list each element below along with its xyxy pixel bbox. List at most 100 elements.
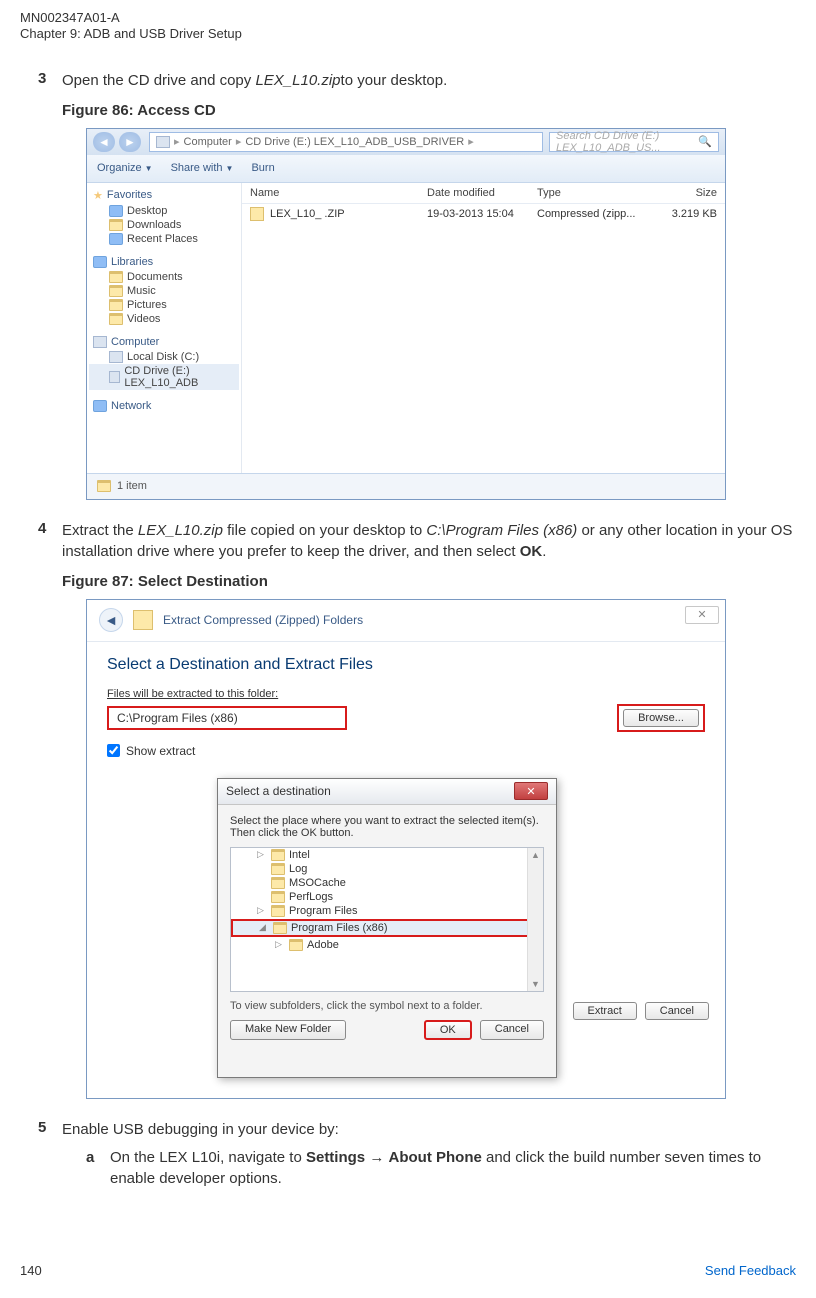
tree-item[interactable]: ▷Intel — [231, 848, 543, 862]
folder-icon — [271, 863, 285, 875]
sidebar-cd-drive[interactable]: CD Drive (E:) LEX_L10_ADB — [89, 364, 239, 390]
cd-icon — [109, 371, 120, 383]
step-3: 3 Open the CD drive and copy LEX_L10.zip… — [38, 70, 796, 500]
step-number: 5 — [38, 1119, 62, 1196]
forward-button[interactable]: ► — [119, 132, 141, 152]
file-name: LEX_L10_ .ZIP — [270, 208, 427, 220]
column-headers[interactable]: Name Date modified Type Size — [242, 183, 725, 204]
search-input[interactable]: Search CD Drive (E:) LEX_L10_ADB_US... 🔍 — [549, 132, 719, 152]
sidebar-label: Videos — [127, 313, 160, 325]
ok-button[interactable]: OK — [424, 1020, 472, 1040]
show-extracted-checkbox[interactable]: Show extract — [107, 744, 705, 758]
folder-tree[interactable]: ▷Intel Log MSOCache PerfLogs ▷Program Fi… — [230, 847, 544, 992]
explorer-toolbar: Organize Share with Burn — [87, 155, 725, 183]
back-button[interactable]: ◄ — [99, 608, 123, 632]
cancel-button[interactable]: Cancel — [645, 1002, 709, 1020]
recent-icon — [109, 233, 123, 245]
folder-icon — [109, 299, 123, 311]
search-placeholder: Search CD Drive (E:) LEX_L10_ADB_US... — [556, 130, 698, 154]
burn-button[interactable]: Burn — [251, 162, 274, 174]
breadcrumb-segment[interactable]: Computer — [184, 136, 232, 148]
checkbox-label: Show extract — [126, 744, 195, 758]
sidebar-music[interactable]: Music — [89, 284, 239, 298]
file-list: Name Date modified Type Size LEX_L10_ .Z… — [242, 183, 725, 473]
breadcrumb[interactable]: ▸ Computer ▸ CD Drive (E:) LEX_L10_ADB_U… — [149, 132, 543, 152]
text-fragment: On the LEX L10i, navigate to — [110, 1149, 306, 1166]
search-icon: 🔍 — [698, 135, 712, 148]
file-row[interactable]: LEX_L10_ .ZIP 19-03-2013 15:04 Compresse… — [242, 204, 725, 224]
checkbox-input[interactable] — [107, 744, 120, 757]
filename: LEX_L10.zip — [255, 72, 340, 89]
sidebar-libraries[interactable]: Libraries — [89, 254, 239, 270]
path-value: C:\Program Files (x86) — [117, 711, 238, 725]
sidebar-local-disk[interactable]: Local Disk (C:) — [89, 350, 239, 364]
tree-item[interactable]: ▷Program Files — [231, 904, 543, 918]
sidebar-documents[interactable]: Documents — [89, 270, 239, 284]
organize-button[interactable]: Organize — [97, 162, 153, 174]
content-body: 3 Open the CD drive and copy LEX_L10.zip… — [38, 70, 796, 1216]
extract-titlebar: ◄ Extract Compressed (Zipped) Folders — [87, 600, 725, 642]
tree-item-selected[interactable]: ◢Program Files (x86) — [231, 919, 543, 937]
back-button[interactable]: ◄ — [93, 132, 115, 152]
zip-icon — [133, 610, 153, 630]
sidebar-label: Network — [111, 400, 151, 412]
tree-item[interactable]: PerfLogs — [231, 890, 543, 904]
extract-buttons: Extract Cancel — [573, 1002, 709, 1020]
arrow: → — [365, 1149, 388, 1166]
settings-label: Settings — [306, 1149, 365, 1166]
sidebar-computer[interactable]: Computer — [89, 334, 239, 350]
destination-path-input[interactable]: C:\Program Files (x86) — [107, 706, 347, 730]
tree-item[interactable]: MSOCache — [231, 876, 543, 890]
file-date: 19-03-2013 15:04 — [427, 208, 537, 220]
sidebar-label: Desktop — [127, 205, 167, 217]
step-text: Extract the LEX_L10.zip file copied on y… — [62, 520, 796, 599]
sidebar-desktop[interactable]: Desktop — [89, 204, 239, 218]
close-button[interactable]: ✕ — [514, 782, 548, 800]
explorer-titlebar: ◄ ► ▸ Computer ▸ CD Drive (E:) LEX_L10_A… — [87, 129, 725, 155]
folder-icon — [109, 219, 123, 231]
tree-label: MSOCache — [289, 877, 346, 889]
step-5: 5 Enable USB debugging in your device by… — [38, 1119, 796, 1196]
chapter-title: Chapter 9: ADB and USB Driver Setup — [20, 26, 242, 41]
tree-item[interactable]: ▷Adobe — [231, 938, 543, 952]
cancel-button[interactable]: Cancel — [480, 1020, 544, 1040]
col-type[interactable]: Type — [537, 187, 647, 199]
network-icon — [93, 400, 107, 412]
file-type: Compressed (zipp... — [537, 208, 647, 220]
sidebar-videos[interactable]: Videos — [89, 312, 239, 326]
doc-id: MN002347A01-A — [20, 10, 120, 25]
tree-item[interactable]: Log — [231, 862, 543, 876]
scrollbar[interactable]: ▲▼ — [527, 848, 543, 991]
col-size[interactable]: Size — [647, 187, 717, 199]
breadcrumb-segment[interactable]: CD Drive (E:) LEX_L10_ADB_USB_DRIVER — [245, 136, 464, 148]
folder-icon — [273, 922, 287, 934]
sidebar-label: Computer — [111, 336, 159, 348]
filename: LEX_L10.zip — [138, 522, 223, 539]
col-name[interactable]: Name — [250, 187, 427, 199]
browse-button[interactable]: Browse... — [617, 704, 705, 732]
sidebar-label: Documents — [127, 271, 183, 283]
text-fragment: to your desktop. — [341, 72, 448, 89]
text-fragment: . — [542, 543, 546, 560]
col-date[interactable]: Date modified — [427, 187, 537, 199]
page-number: 140 — [20, 1263, 42, 1278]
tree-label: Program Files (x86) — [291, 922, 388, 934]
sidebar-recent[interactable]: Recent Places — [89, 232, 239, 246]
send-feedback-link[interactable]: Send Feedback — [705, 1263, 796, 1278]
star-icon: ★ — [93, 189, 103, 202]
share-with-button[interactable]: Share with — [171, 162, 234, 174]
new-folder-button[interactable]: Make New Folder — [230, 1020, 346, 1040]
sidebar-favorites[interactable]: ★Favorites — [89, 187, 239, 204]
folder-icon — [109, 313, 123, 325]
select-destination-dialog: Select a destination ✕ Select the place … — [217, 778, 557, 1078]
close-button[interactable]: ✕ — [685, 606, 719, 624]
substep-text: On the LEX L10i, navigate to Settings → … — [110, 1147, 796, 1191]
sidebar-downloads[interactable]: Downloads — [89, 218, 239, 232]
sidebar-pictures[interactable]: Pictures — [89, 298, 239, 312]
tree-label: Adobe — [307, 939, 339, 951]
step-number: 3 — [38, 70, 62, 128]
window-title: Extract Compressed (Zipped) Folders — [163, 613, 363, 627]
sidebar-network[interactable]: Network — [89, 398, 239, 414]
sidebar-label: CD Drive (E:) LEX_L10_ADB — [124, 365, 235, 389]
extract-button[interactable]: Extract — [573, 1002, 637, 1020]
